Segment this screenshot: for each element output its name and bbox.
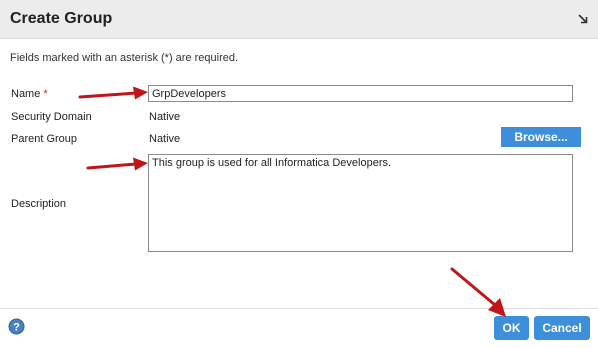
svg-text:?: ? xyxy=(13,322,20,334)
security-domain-value: Native xyxy=(149,111,181,123)
dialog-titlebar: Create Group xyxy=(0,0,598,39)
cancel-button[interactable]: Cancel xyxy=(534,316,590,340)
parent-group-value: Native xyxy=(149,133,181,145)
name-label: Name * xyxy=(11,88,48,100)
parent-group-label: Parent Group xyxy=(11,133,78,145)
red-arrow-icon xyxy=(78,86,148,100)
required-asterisk: * xyxy=(43,88,48,100)
required-fields-note: Fields marked with an asterisk (*) are r… xyxy=(10,52,239,64)
red-arrow-icon xyxy=(86,157,148,171)
dialog-title: Create Group xyxy=(10,10,113,27)
browse-button[interactable]: Browse... xyxy=(501,127,581,147)
red-arrow-icon xyxy=(450,267,506,317)
description-label: Description xyxy=(11,198,67,210)
name-input[interactable] xyxy=(148,85,573,102)
help-question-icon[interactable]: ? xyxy=(8,318,25,335)
collapse-arrow-icon[interactable] xyxy=(578,14,588,24)
security-domain-label: Security Domain xyxy=(11,111,92,123)
description-textarea[interactable]: This group is used for all Informatica D… xyxy=(148,154,573,252)
